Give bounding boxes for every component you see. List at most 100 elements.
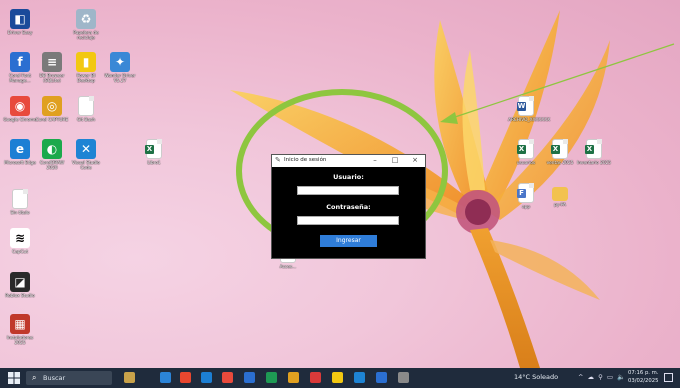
word-doc-icon: W	[517, 96, 534, 116]
annotation-arrow-line	[451, 43, 675, 119]
close-button[interactable]: ×	[410, 156, 420, 164]
taskbar-app-icon[interactable]	[354, 372, 365, 383]
desktop-icon-edge[interactable]: e Microsoft Edge	[2, 139, 38, 166]
window-titlebar[interactable]: ✎ Inicio de sesión – □ ×	[272, 155, 425, 167]
desktop-icon-corel-capture[interactable]: ◎ Corel CAPTURE	[34, 96, 70, 123]
desktop-icon-capcut[interactable]: ≋ CapCut	[2, 228, 38, 255]
coreldraw-icon: ◐	[42, 139, 62, 159]
desktop-icon-folder[interactable]: py-PA	[542, 183, 578, 208]
desktop-icon-vscode[interactable]: ✕ Visual Studio Code	[68, 139, 104, 171]
desktop-icon-driver-easy[interactable]: ◧ Driver Easy	[2, 9, 38, 36]
desktop-icon-recycle-bin[interactable]: ♻ Papelera de reciclaje	[68, 9, 104, 41]
desktop-icon-file-d[interactable]: Fapp	[508, 183, 544, 210]
desktop-icon-label: Papelera de reciclaje	[73, 31, 99, 41]
clock-time[interactable]: 07:16 p. m.	[628, 370, 659, 376]
desktop-icon-label: py-PA	[553, 203, 566, 208]
desktop-icon-roblox[interactable]: ◪ Roblox Studio	[2, 272, 38, 299]
password-input[interactable]	[297, 216, 399, 225]
taskbar-app-icon[interactable]	[160, 372, 171, 383]
desktop-icon-db-browser[interactable]: ≡ DB Browser (SQLite)	[34, 52, 70, 84]
capcut-icon: ≋	[10, 228, 30, 248]
recycle-bin-icon: ♻	[76, 9, 96, 29]
taskbar-app-icon[interactable]	[180, 372, 191, 383]
edge-icon: e	[10, 139, 30, 159]
desktop-icon-label: Roblox Studio	[5, 294, 35, 299]
excel-a-icon: X	[517, 139, 534, 159]
login-button[interactable]: Ingresar	[320, 235, 377, 247]
desktop-icon-chrome[interactable]: ◉ Google Chrome	[2, 96, 38, 123]
desktop-icon-label: CapCut	[12, 250, 28, 255]
file-d-icon: F	[517, 183, 534, 203]
desktop-icon-instaladores[interactable]: ▦ Instaladores 2025	[2, 314, 38, 346]
maximize-button[interactable]: □	[390, 156, 400, 164]
desktop-icon-label: Power BI Desktop	[76, 74, 96, 84]
search-icon: ⌕	[32, 373, 37, 382]
taskbar-app-icon[interactable]	[244, 372, 255, 383]
taskbar-app-icon[interactable]	[201, 372, 212, 383]
desktop-icon-label: Sin título	[10, 211, 30, 216]
desktop-icon-label: ventas 2025	[546, 161, 574, 166]
feather-icon: ✎	[275, 156, 281, 164]
windows-start-icon[interactable]	[8, 372, 20, 384]
desktop-icon-label: Inventario 2025	[576, 161, 612, 166]
excel-c-icon: X	[585, 139, 602, 159]
search-placeholder: Buscar	[43, 374, 66, 382]
minimize-button[interactable]: –	[370, 156, 380, 164]
desktop-icon-label: usuarios	[516, 161, 536, 166]
taskbar-app-icon[interactable]	[266, 372, 277, 383]
desktop-icon-label: Google Chrome	[3, 118, 37, 123]
desktop-icon-coreldraw[interactable]: ◐ CorelDRAW 2020	[34, 139, 70, 171]
instaladores-icon: ▦	[10, 314, 30, 334]
user-input[interactable]	[297, 186, 399, 195]
desktop-icon-label: Acces...	[279, 265, 297, 270]
excel-b-icon: X	[551, 139, 568, 159]
desktop-icon-power-bi[interactable]: ▮ Power BI Desktop	[68, 52, 104, 84]
clock-date[interactable]: 03/02/2025	[628, 378, 659, 384]
desktop-icon-label: Driver Easy	[7, 31, 33, 36]
driver-easy-icon: ◧	[10, 9, 30, 29]
taskbar-app-icon[interactable]	[376, 372, 387, 383]
desktop-icon-libro1[interactable]: X Libro1	[136, 139, 172, 166]
desktop-icon-label: Git Bash	[76, 118, 96, 123]
desktop-icon-wonder[interactable]: ✦ Wonder Driver V5.27	[102, 52, 138, 84]
git-bash-icon	[78, 96, 94, 116]
desktop-icon-sin-titulo[interactable]: Sin título	[2, 189, 38, 216]
desktop-icon-label: ARCHIVO_XXXXXXX	[508, 118, 551, 123]
desktop-icon-label: DB Browser (SQLite)	[39, 74, 65, 84]
taskbar-app-icon[interactable]	[332, 372, 343, 383]
sin-titulo-icon	[12, 189, 28, 209]
desktop-icon-label: Corel CAPTURE	[35, 118, 69, 123]
desktop-icon-corel-font[interactable]: f Corel Font Manage...	[2, 52, 38, 84]
taskbar-app-icon[interactable]	[222, 372, 233, 383]
desktop-icon-label: app	[521, 205, 531, 210]
taskbar-app-icon[interactable]	[288, 372, 299, 383]
desktop-icon-word-doc[interactable]: W ARCHIVO_XXXXXXX	[508, 96, 551, 123]
taskbar-search[interactable]: ⌕ Buscar	[26, 371, 112, 385]
weather-widget[interactable]: 14°C Soleado	[514, 373, 558, 381]
taskbar-app-icon[interactable]	[310, 372, 321, 383]
desktop-icon-git-bash[interactable]: Git Bash	[68, 96, 104, 123]
desktop: ◧ Driver Easy ♻ Papelera de reciclaje f Corel…	[0, 0, 680, 368]
user-label: Usuario:	[333, 173, 364, 181]
login-window[interactable]: ✎ Inicio de sesión – □ × Usuario: Contra…	[271, 154, 426, 259]
desktop-icon-excel-c[interactable]: X Inventario 2025	[576, 139, 612, 166]
desktop-icon-label: Corel Font Manage...	[9, 74, 31, 84]
folder-icon	[552, 187, 568, 201]
power-bi-icon: ▮	[76, 52, 96, 72]
taskbar-app-icon[interactable]	[398, 372, 409, 383]
desktop-icon-label: Microsoft Edge	[4, 161, 36, 166]
notification-icon[interactable]	[664, 373, 673, 382]
taskbar: ⌕ Buscar 14°C Soleado ^ ☁ ⚲ ▭ 🔈 07:16 p.…	[0, 368, 680, 388]
window-title: Inicio de sesión	[284, 157, 327, 163]
wonder-icon: ✦	[110, 52, 130, 72]
chrome-icon: ◉	[10, 96, 30, 116]
system-tray[interactable]: ^ ☁ ⚲ ▭ 🔈	[578, 373, 626, 381]
libro1-icon: X	[145, 139, 162, 159]
desktop-icon-excel-b[interactable]: Xventas 2025	[542, 139, 578, 166]
corel-capture-icon: ◎	[42, 96, 62, 116]
desktop-icon-excel-a[interactable]: Xusuarios	[508, 139, 544, 166]
password-label: Contraseña:	[326, 203, 371, 211]
roblox-icon: ◪	[10, 272, 30, 292]
vscode-icon: ✕	[76, 139, 96, 159]
taskbar-app-icon[interactable]	[124, 372, 135, 383]
